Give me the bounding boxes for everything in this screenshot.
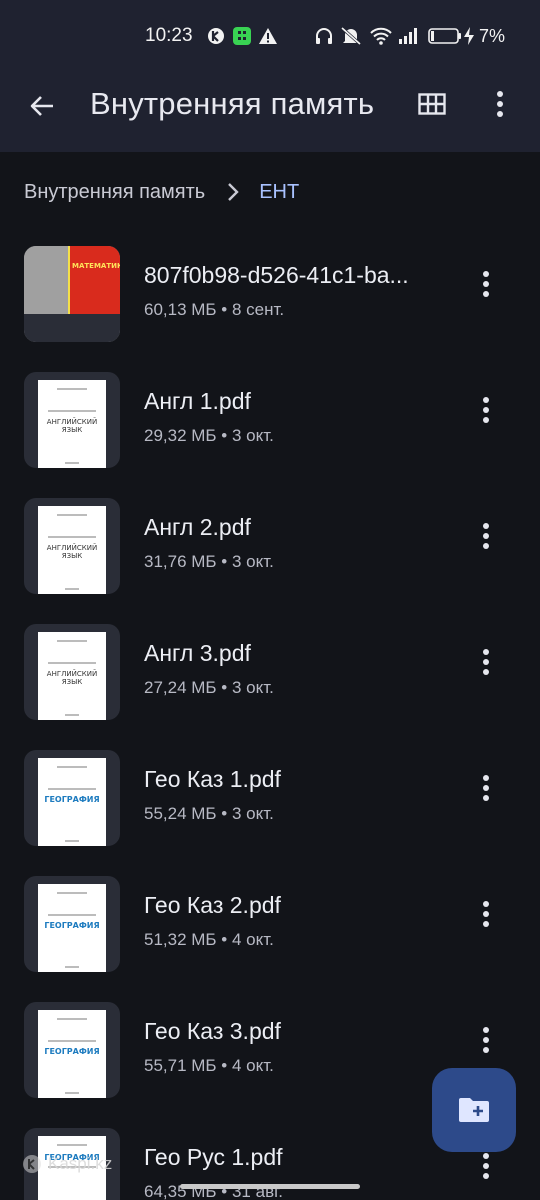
file-more-button[interactable] <box>470 390 502 430</box>
more-vert-icon <box>483 775 489 801</box>
top-app-bar: Внутренняя память <box>0 72 540 152</box>
file-name: Гео Рус 1.pdf <box>144 1144 283 1170</box>
watermark-text: Kaspi.kz <box>48 1154 113 1173</box>
file-thumbnail: ГЕОГРАФИЯ <box>24 1002 120 1098</box>
list-item[interactable]: ГЕОГРАФИЯ Гео Каз 2.pdf 51,32 МБ • 4 окт… <box>0 870 540 976</box>
file-thumbnail: АНГЛИЙСКИЙ ЯЗЫК <box>24 372 120 468</box>
new-folder-icon <box>459 1098 489 1122</box>
battery-percent: 7% <box>479 26 506 46</box>
screen: 10:23 7% Внутренняя память Внутренняя па… <box>0 0 540 1200</box>
thumbnail-title: ГЕОГРАФИЯ <box>44 921 100 930</box>
status-time: 10:23 <box>145 25 193 46</box>
file-name: Гео Каз 3.pdf <box>144 1018 281 1044</box>
file-name: Англ 1.pdf <box>144 388 251 414</box>
file-more-button[interactable] <box>470 1020 502 1060</box>
more-options-button[interactable] <box>482 86 518 122</box>
breadcrumb-current[interactable]: ЕНТ <box>259 181 299 204</box>
back-arrow-icon <box>30 96 53 116</box>
breadcrumb-root[interactable]: Внутренняя память <box>24 181 205 204</box>
file-more-button[interactable] <box>470 768 502 808</box>
breadcrumb: Внутренняя память ЕНТ <box>24 178 299 206</box>
file-more-button[interactable] <box>470 642 502 682</box>
list-item[interactable]: АНГЛИЙСКИЙ ЯЗЫК Англ 2.pdf 31,76 МБ • 3 … <box>0 492 540 598</box>
page-title: Внутренняя память <box>90 86 375 121</box>
file-thumbnail: АНГЛИЙСКИЙ ЯЗЫК <box>24 624 120 720</box>
file-more-button[interactable] <box>470 894 502 934</box>
more-vert-icon <box>483 271 489 297</box>
more-vert-icon <box>483 523 489 549</box>
more-vert-icon <box>483 1153 489 1179</box>
back-button[interactable] <box>22 86 62 126</box>
file-name: 807f0b98-d526-41c1-ba... <box>144 262 409 288</box>
thumbnail-title: АНГЛИЙСКИЙ ЯЗЫК <box>46 418 98 434</box>
chevron-right-icon <box>227 182 239 202</box>
file-meta: 27,24 МБ • 3 окт. <box>144 678 274 697</box>
headphones-icon <box>314 26 334 46</box>
file-more-button[interactable] <box>470 1146 502 1186</box>
whatsapp-like-icon <box>232 26 252 46</box>
kaspi-logo-icon <box>23 1155 41 1173</box>
file-thumbnail: МАТЕМАТИКА <box>24 246 120 342</box>
file-meta: 31,76 МБ • 3 окт. <box>144 552 274 571</box>
thumbnail-title: АНГЛИЙСКИЙ ЯЗЫК <box>46 670 98 686</box>
file-name: Англ 3.pdf <box>144 640 251 666</box>
grid-view-button[interactable] <box>414 86 450 122</box>
thumbnail-title: МАТЕМАТИКА <box>72 262 120 270</box>
app-icon <box>206 26 226 46</box>
file-thumbnail: АНГЛИЙСКИЙ ЯЗЫК <box>24 498 120 594</box>
wifi-icon <box>370 26 392 46</box>
file-meta: 29,32 МБ • 3 окт. <box>144 426 274 445</box>
file-meta: 60,13 МБ • 8 сент. <box>144 300 285 319</box>
thumbnail-title: ГЕОГРАФИЯ <box>44 1047 100 1056</box>
file-meta: 55,24 МБ • 3 окт. <box>144 804 274 823</box>
file-thumbnail: ГЕОГРАФИЯ <box>24 750 120 846</box>
file-meta: 51,32 МБ • 4 окт. <box>144 930 274 949</box>
grid-view-icon <box>418 93 446 115</box>
more-vert-icon <box>483 901 489 927</box>
charging-icon <box>462 26 476 46</box>
file-meta: 55,71 МБ • 4 окт. <box>144 1056 274 1075</box>
list-item[interactable]: МАТЕМАТИКА 807f0b98-d526-41c1-ba... 60,1… <box>0 240 540 346</box>
new-folder-button[interactable] <box>432 1068 516 1152</box>
file-more-button[interactable] <box>470 516 502 556</box>
mute-icon <box>340 26 362 46</box>
signal-icon <box>398 26 420 46</box>
gesture-nav-handle[interactable] <box>180 1184 360 1189</box>
thumbnail-title: АНГЛИЙСКИЙ ЯЗЫК <box>46 544 98 560</box>
more-vert-icon <box>497 91 503 117</box>
file-thumbnail: ГЕОГРАФИЯ <box>24 876 120 972</box>
file-name: Гео Каз 2.pdf <box>144 892 281 918</box>
list-item[interactable]: АНГЛИЙСКИЙ ЯЗЫК Англ 3.pdf 27,24 МБ • 3 … <box>0 618 540 724</box>
file-name: Англ 2.pdf <box>144 514 251 540</box>
file-more-button[interactable] <box>470 264 502 304</box>
thumbnail-title: ГЕОГРАФИЯ <box>44 795 100 804</box>
status-bar: 10:23 7% <box>0 0 540 72</box>
more-vert-icon <box>483 649 489 675</box>
battery-icon <box>428 26 462 46</box>
more-vert-icon <box>483 1027 489 1053</box>
warning-icon <box>258 26 278 46</box>
list-item[interactable]: АНГЛИЙСКИЙ ЯЗЫК Англ 1.pdf 29,32 МБ • 3 … <box>0 366 540 472</box>
more-vert-icon <box>483 397 489 423</box>
watermark: Kaspi.kz <box>22 1152 112 1176</box>
list-item[interactable]: ГЕОГРАФИЯ Гео Каз 1.pdf 55,24 МБ • 3 окт… <box>0 744 540 850</box>
file-name: Гео Каз 1.pdf <box>144 766 281 792</box>
